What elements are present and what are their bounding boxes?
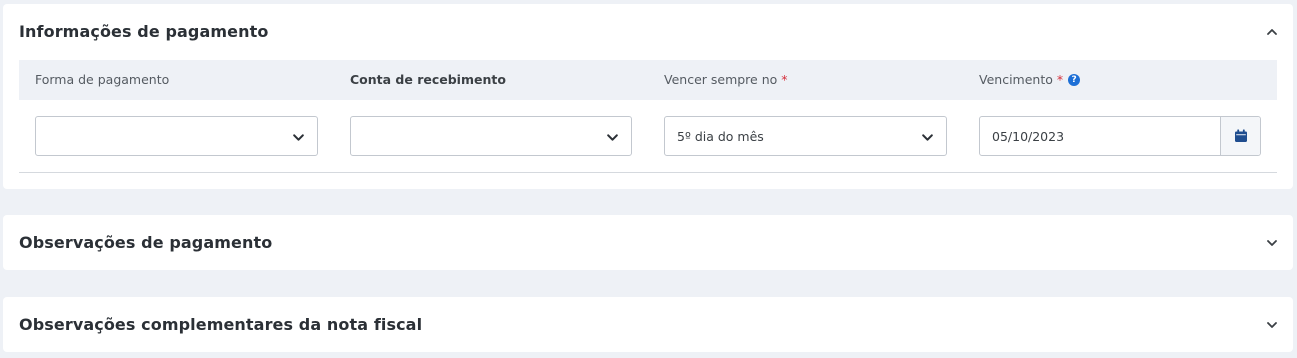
date-value: 05/10/2023 xyxy=(992,128,1065,144)
due-date-input[interactable]: 05/10/2023 xyxy=(979,116,1261,156)
due-rule-label: Vencer sempre no * xyxy=(664,72,788,87)
payment-notes-header[interactable]: Observações de pagamento xyxy=(19,215,1279,270)
invoice-notes-header[interactable]: Observações complementares da nota fisca… xyxy=(19,297,1279,352)
invoice-notes-section: Observações complementares da nota fisca… xyxy=(3,297,1293,352)
label-text: Vencimento xyxy=(979,72,1053,87)
chevron-down-icon xyxy=(291,130,305,144)
chevron-up-icon[interactable] xyxy=(1265,25,1279,39)
section-divider xyxy=(19,172,1277,173)
chevron-down-icon xyxy=(920,130,934,144)
label-text: Forma de pagamento xyxy=(35,72,170,87)
chevron-down-icon[interactable] xyxy=(1265,318,1279,332)
calendar-button[interactable] xyxy=(1220,117,1260,155)
payment-info-section: Informações de pagamento Forma de pagame… xyxy=(3,4,1293,189)
receiving-account-select[interactable] xyxy=(350,116,632,156)
required-mark: * xyxy=(781,72,788,87)
section-title: Observações complementares da nota fisca… xyxy=(19,315,423,334)
label-text: Vencer sempre no xyxy=(664,72,778,87)
payment-method-select[interactable] xyxy=(35,116,318,156)
chevron-down-icon xyxy=(605,130,619,144)
calendar-icon xyxy=(1234,129,1247,142)
section-title: Observações de pagamento xyxy=(19,233,273,252)
label-text: Conta de recebimento xyxy=(350,72,506,87)
select-value: 5º dia do mês xyxy=(677,128,764,144)
required-mark: * xyxy=(1056,72,1064,87)
section-title: Informações de pagamento xyxy=(19,22,269,41)
field-labels-row: Forma de pagamento Conta de recebimento … xyxy=(19,60,1277,100)
due-rule-select[interactable]: 5º dia do mês xyxy=(664,116,947,156)
due-date-label: Vencimento * ? xyxy=(979,72,1081,87)
payment-info-header[interactable]: Informações de pagamento xyxy=(19,4,1279,59)
chevron-down-icon[interactable] xyxy=(1265,236,1279,250)
payment-method-label: Forma de pagamento xyxy=(35,72,169,87)
payment-notes-section: Observações de pagamento xyxy=(3,215,1293,270)
receiving-account-label: Conta de recebimento xyxy=(350,72,506,87)
question-circle-icon[interactable]: ? xyxy=(1068,73,1081,86)
